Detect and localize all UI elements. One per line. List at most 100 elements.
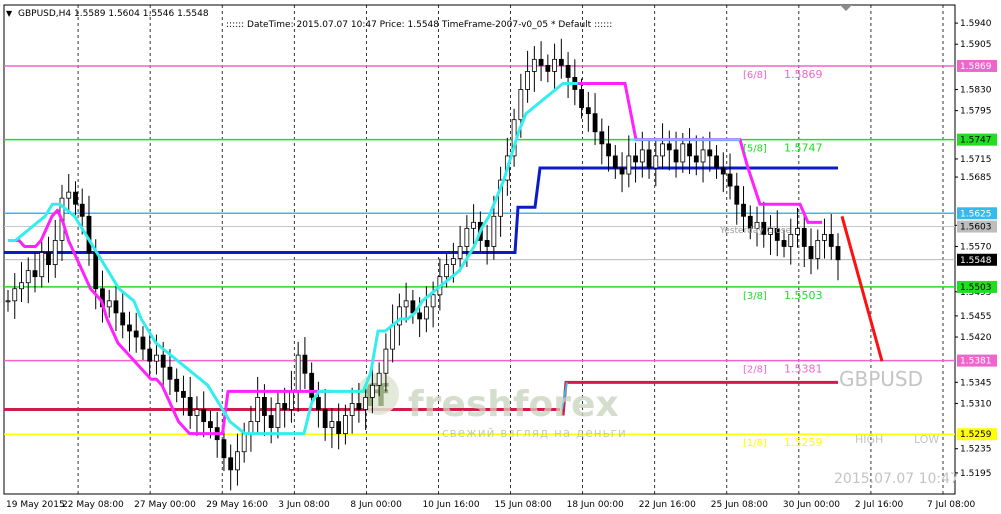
x-tick-label: 15 Jun 08:00 (495, 500, 552, 510)
candle-body (619, 167, 625, 175)
candle-body (39, 252, 45, 278)
y-tick-label: 1.5345 (960, 378, 992, 388)
candle-body (154, 354, 159, 362)
candle-body (235, 451, 240, 471)
candle-body (585, 107, 591, 115)
candle-body (835, 246, 841, 261)
y-tick-label: 1.5570 (960, 242, 992, 252)
candle-body (275, 403, 281, 428)
candle-body (700, 149, 706, 163)
candle-body (525, 71, 530, 90)
candle-body (565, 64, 571, 78)
y-tick-label: 1.5830 (960, 86, 992, 96)
candle-body (687, 143, 692, 157)
candle-body (268, 415, 274, 428)
price-tag-label: 1.5259 (960, 430, 992, 440)
candle-body (383, 348, 389, 374)
candle-body (646, 149, 652, 169)
x-tick-label: 10 Jun 16:00 (422, 500, 479, 510)
candle-body (140, 336, 146, 350)
price-tag-label: 1.5625 (960, 209, 992, 219)
candle-body (79, 203, 85, 217)
candle-body (606, 143, 611, 157)
murrey-fraction: [1/8] (743, 438, 767, 449)
candle-body (376, 372, 382, 386)
price-tag-label: 1.5503 (960, 283, 992, 293)
candle-body (693, 155, 699, 163)
x-tick-label: 8 Jun 00:00 (350, 500, 402, 510)
candle-body (208, 421, 213, 428)
y-tick-label: 1.5310 (960, 399, 992, 409)
candle-body (342, 415, 348, 435)
candle-body (369, 384, 375, 398)
candle-body (322, 409, 328, 428)
symbol-watermark: GBPUSD (839, 367, 923, 391)
candle-body (599, 131, 605, 145)
candle-body (673, 149, 679, 163)
candle-body (12, 288, 18, 302)
candle-body (302, 354, 308, 374)
candle-body (579, 89, 584, 109)
candle-body (781, 240, 787, 247)
candle-body (720, 167, 726, 175)
y-tick-label: 1.5420 (960, 333, 992, 343)
info-line: :::::: DateTime: 2015.07.07 10:47 Price:… (226, 20, 612, 30)
y-tick-label: 1.5455 (960, 312, 992, 322)
candle-body (356, 403, 362, 410)
candle-body (106, 300, 112, 308)
chevron-down-icon[interactable]: ▼ (6, 9, 13, 18)
y-tick-label: 1.5940 (960, 19, 992, 29)
murrey-value: 1.5259 (784, 436, 823, 449)
x-tick-labels: 19 May 201522 May 08:00 27 May 00:00 29 Ma… (6, 500, 976, 510)
x-tick-label: 2 Jul 16:00 (855, 500, 904, 510)
candle-body (430, 294, 436, 308)
x-tick-label: 27 May 00:00 (134, 500, 196, 510)
candle-body (788, 234, 794, 247)
candle-body (707, 149, 713, 157)
candle-body (329, 421, 335, 428)
candle-body (167, 366, 173, 380)
y-tick-label: 1.5795 (960, 107, 992, 117)
candle-body (450, 258, 456, 265)
candle-body (201, 409, 207, 422)
candle-body (592, 113, 598, 133)
timestamp-watermark: 2015.07.07 10:47 (834, 471, 959, 487)
candle-body (417, 312, 423, 320)
candle-body (680, 143, 686, 163)
candle-body (147, 348, 153, 362)
candle-body (484, 240, 490, 247)
candle-body (255, 397, 261, 422)
candle-body (5, 300, 11, 303)
candle-body (248, 421, 254, 435)
candle-body (349, 403, 355, 416)
candle-body (822, 234, 827, 241)
x-tick-label: 29 May 16:00 (206, 500, 268, 510)
candle-body (66, 191, 72, 199)
x-tick-label: 22 May 08:00 (62, 500, 124, 510)
candle-body (127, 324, 132, 332)
candle-body (282, 403, 288, 410)
candle-body (471, 221, 477, 229)
y-tick-labels: 1.5940 1.5905 1.5830 1.5795 1.5715 1.5685 1.56… (955, 19, 992, 479)
candle-body (518, 89, 524, 121)
y-tick-label: 1.5905 (960, 40, 992, 50)
x-tick-label: 3 Jun 08:00 (278, 500, 330, 510)
candle-body (120, 312, 126, 326)
murrey-value: 1.5869 (784, 68, 823, 81)
candle-body (174, 378, 180, 392)
candle-body (633, 155, 638, 163)
candle-body (316, 397, 321, 410)
candle-body (423, 306, 429, 320)
candle-body (828, 234, 834, 247)
candle-body (491, 215, 497, 247)
candle-body (808, 246, 814, 259)
candle-body (815, 240, 821, 259)
y-tick-label: 1.5685 (960, 173, 992, 183)
candle-body (113, 300, 119, 314)
x-tick-label: 19 May 2015 (6, 500, 65, 510)
price-tag-label: 1.5548 (960, 256, 992, 266)
candle-body (46, 252, 51, 265)
candle-body (801, 227, 807, 247)
candle-body (133, 330, 139, 338)
candle-body (612, 155, 618, 169)
